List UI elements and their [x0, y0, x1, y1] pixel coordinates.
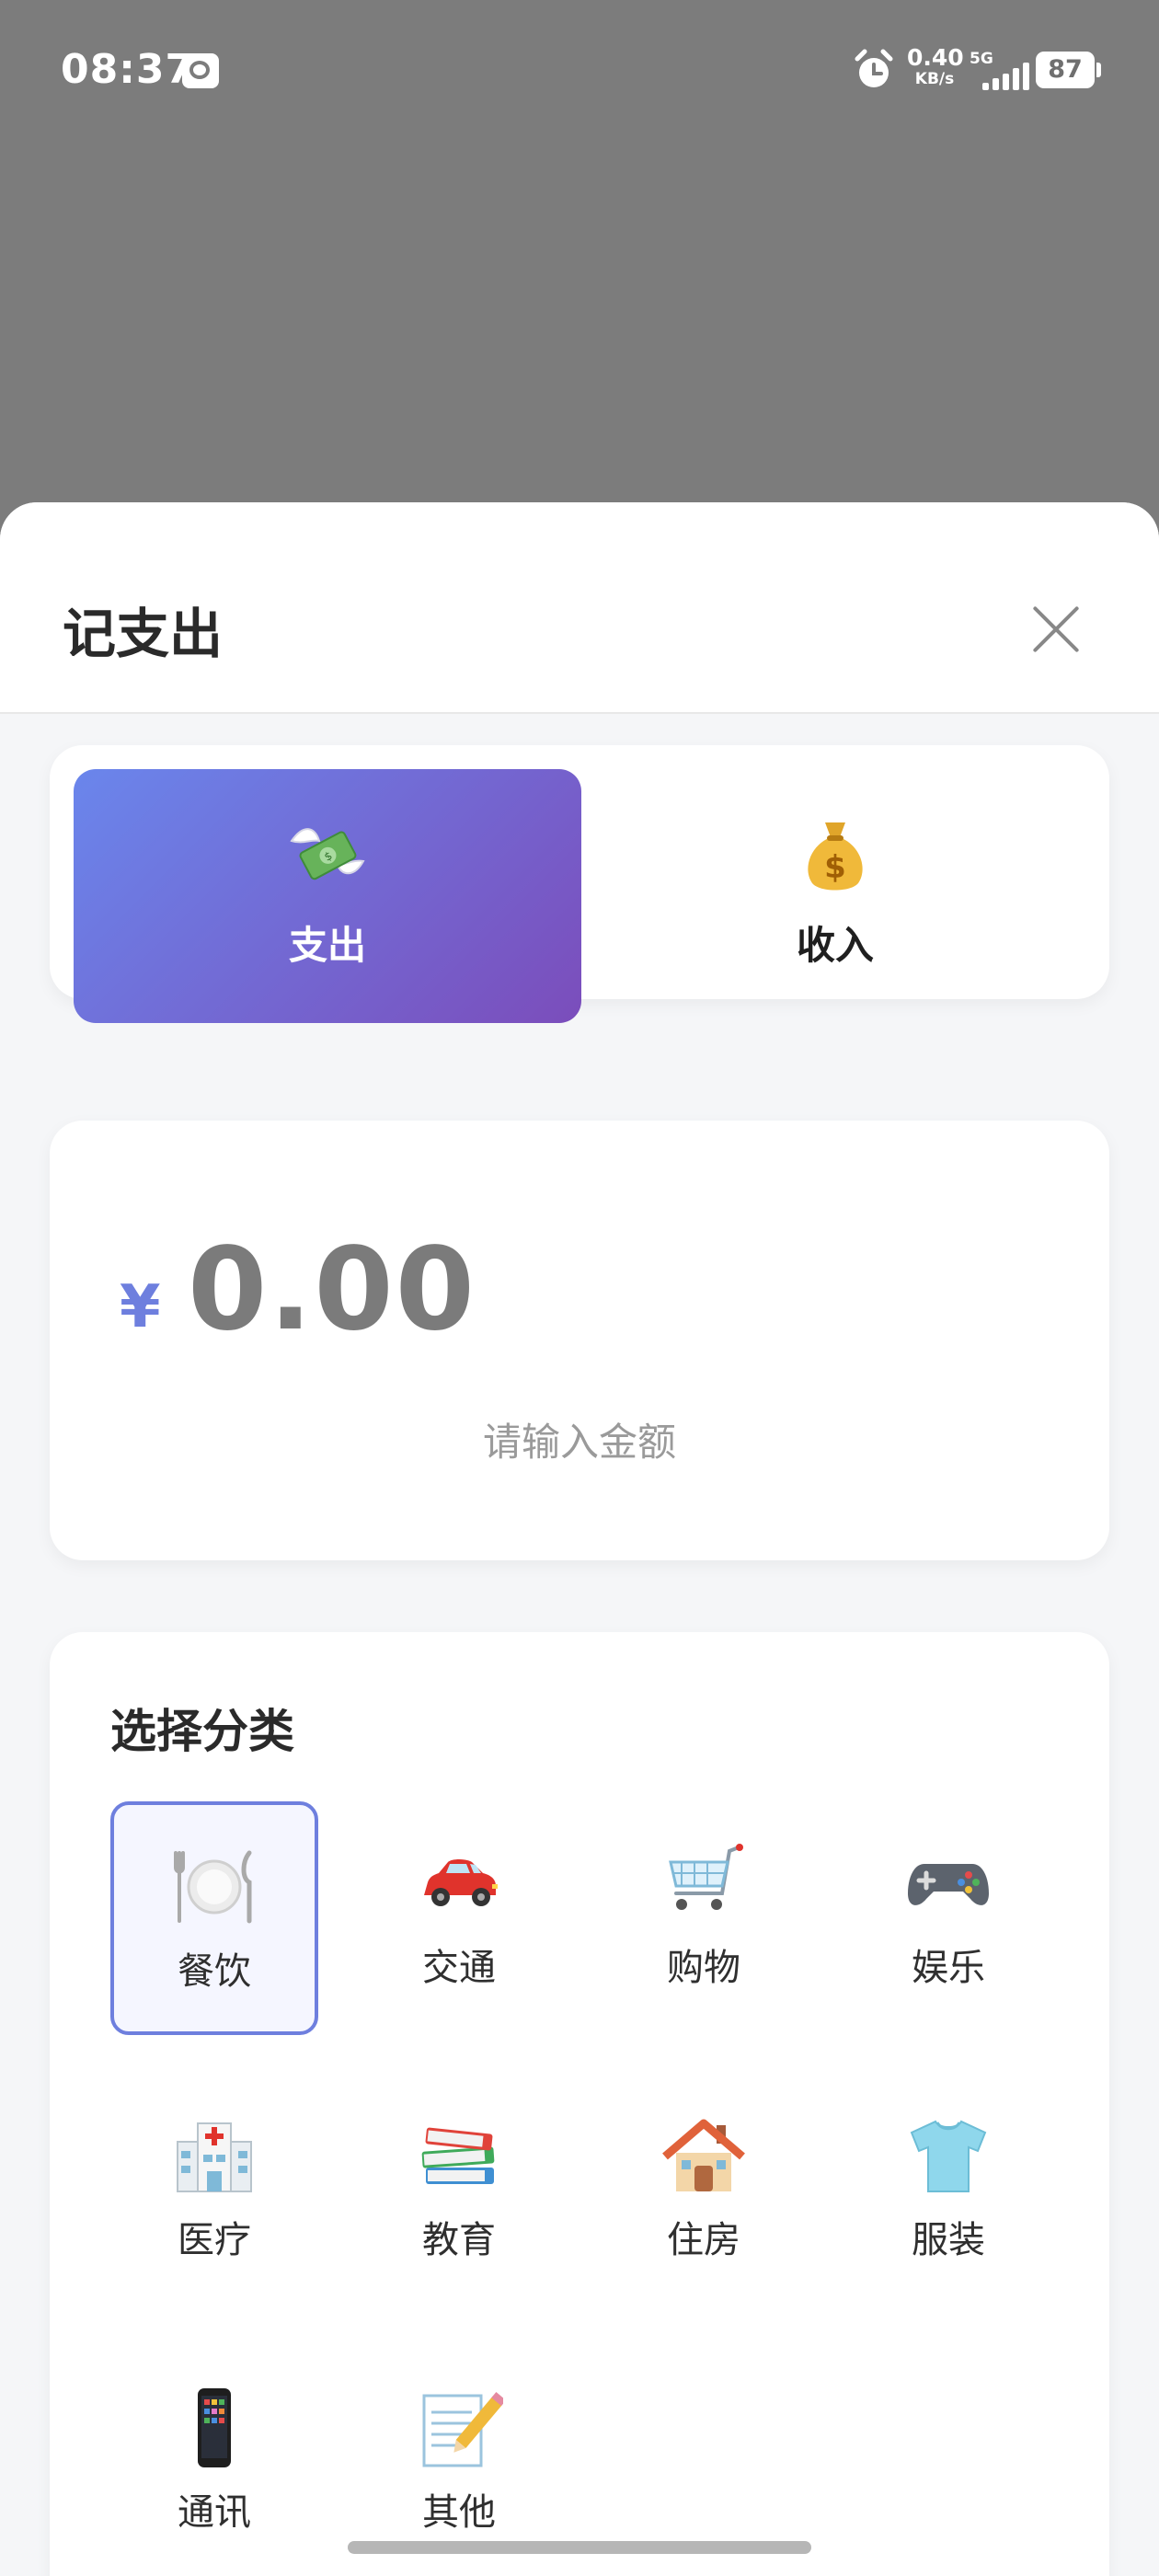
svg-text:$: $ [824, 849, 846, 886]
house-icon [662, 2119, 745, 2191]
amount-card[interactable]: ¥ 0.00 请输入金额 [50, 1121, 1109, 1560]
income-tab[interactable]: $ 收入 [581, 769, 1089, 975]
category-label: 医疗 [178, 2219, 251, 2261]
category-item-shopping[interactable]: 购物 [600, 1801, 808, 2035]
shopping-cart-icon [669, 1844, 743, 1910]
memo-icon [422, 2391, 503, 2467]
expense-tab-label: 支出 [288, 923, 366, 968]
money-with-wings-icon: $ [290, 828, 365, 880]
category-label: 购物 [667, 1947, 740, 1989]
alarm-clock-icon [855, 49, 893, 87]
network-rate-value: 0.40 [907, 44, 964, 71]
game-controller-icon [908, 1864, 989, 1905]
hospital-icon [177, 2122, 252, 2192]
network-rate-unit: KB/s [914, 70, 955, 88]
category-item-clothing[interactable]: 服装 [844, 2074, 1052, 2307]
app-notification-icon [182, 53, 219, 88]
books-icon [421, 2127, 495, 2184]
status-bar: 08:37 0.40 KB/s 5G 87 [0, 0, 1159, 147]
category-item-medical[interactable]: 医疗 [110, 2074, 318, 2307]
cellular-signal-icon: 5G [970, 50, 1029, 90]
amount-input[interactable]: 0.00 [188, 1224, 476, 1356]
category-label: 娱乐 [912, 1947, 985, 1989]
expense-tab[interactable]: $ 支出 [74, 769, 581, 1023]
category-label: 其他 [422, 2491, 496, 2534]
type-selector-card: $ 支出 $ 收入 [50, 745, 1109, 1023]
plate-cutlery-icon [174, 1850, 252, 1924]
network-rate: 0.40 KB/s [907, 44, 964, 88]
category-label: 住房 [667, 2219, 740, 2261]
category-item-entertainment[interactable]: 娱乐 [844, 1801, 1052, 2035]
category-item-dining[interactable]: 餐饮 [110, 1801, 318, 2035]
category-item-housing[interactable]: 住房 [600, 2074, 808, 2307]
income-tab-label: 收入 [796, 923, 874, 968]
category-title: 选择分类 [110, 1705, 294, 1758]
close-icon[interactable] [1027, 600, 1085, 659]
category-label: 教育 [422, 2219, 496, 2261]
sheet-title: 记支出 [63, 603, 224, 665]
add-expense-sheet: 记支出 $ 支出 $ 收入 ¥ 0.00 请输入金额 选择分类 餐饮 交通 购物… [0, 502, 1159, 2576]
mobile-phone-icon [198, 2388, 231, 2467]
category-item-transport[interactable]: 交通 [355, 1801, 563, 2035]
network-type: 5G [970, 50, 993, 68]
home-indicator[interactable] [348, 2541, 811, 2554]
category-card: 选择分类 餐饮 交通 购物 娱乐 医疗 教育 住房 服装 通讯 其他 [50, 1632, 1109, 2576]
currency-symbol: ¥ [120, 1273, 161, 1341]
status-time: 08:37 [61, 46, 195, 93]
money-bag-icon: $ [808, 822, 863, 891]
category-label: 通讯 [178, 2491, 251, 2534]
t-shirt-icon [910, 2120, 987, 2192]
category-item-education[interactable]: 教育 [355, 2074, 563, 2307]
car-icon [424, 1859, 498, 1906]
sheet-header: 记支出 [0, 502, 1159, 714]
amount-hint: 请输入金额 [482, 1420, 676, 1465]
battery-icon: 87 [1036, 52, 1101, 88]
category-label: 餐饮 [178, 1950, 251, 1993]
category-label: 服装 [912, 2219, 985, 2261]
category-label: 交通 [422, 1947, 496, 1989]
category-item-communication[interactable]: 通讯 [110, 2346, 318, 2576]
